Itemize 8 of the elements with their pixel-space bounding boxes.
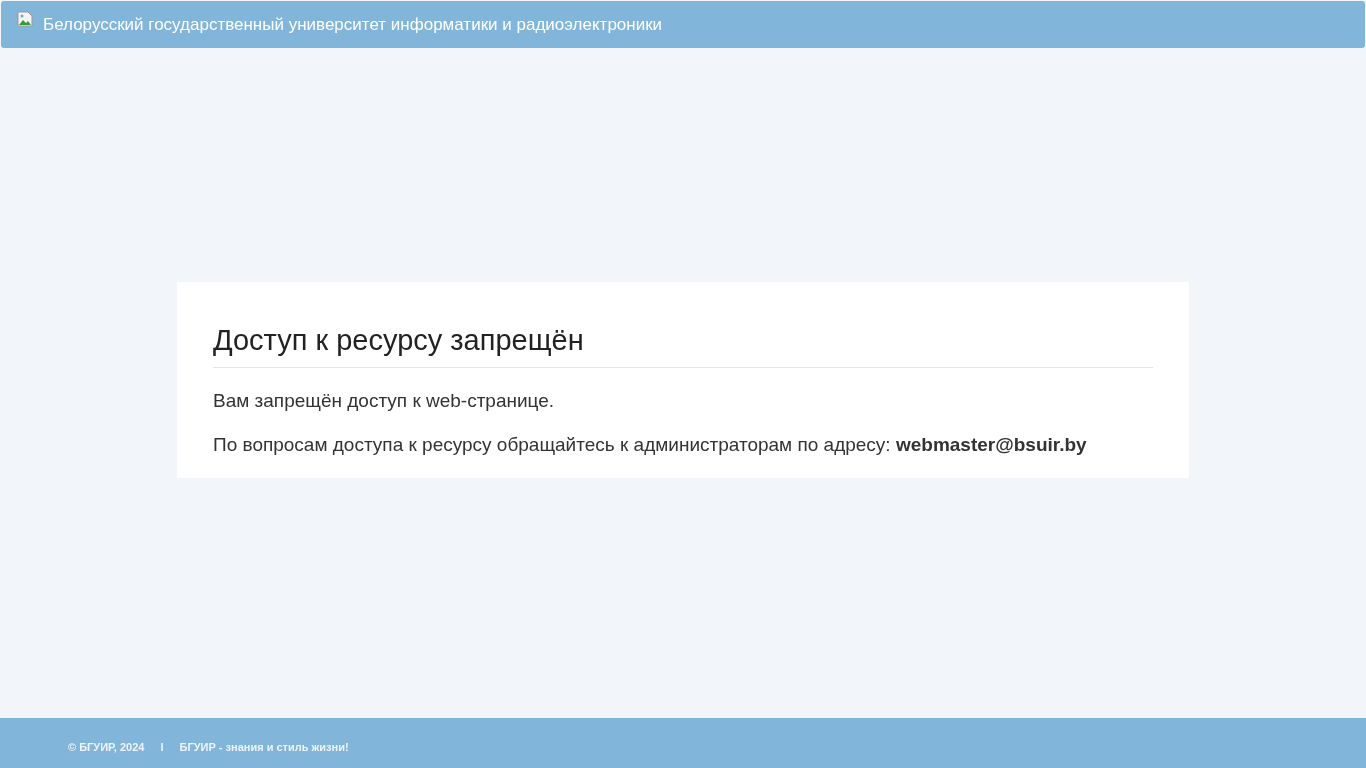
slogan-text: БГУИР - знания и стиль жизни! <box>179 741 349 753</box>
separator-text: I <box>160 741 164 753</box>
broken-image-icon <box>17 11 33 27</box>
copyright-text: © БГУИР, 2024 <box>68 741 145 753</box>
site-title: Белорусский государственный университет информатики и радиоэлектроники <box>43 14 663 35</box>
message-text: Вам запрещён доступ к web-странице. <box>213 389 556 412</box>
message-text: По вопросам доступа к ресурсу обращайтесь к администраторам по адресу: webmaster@bsuir.by <box>213 433 1088 456</box>
page-heading: Доступ к ресурсу запрещён <box>213 323 1153 368</box>
